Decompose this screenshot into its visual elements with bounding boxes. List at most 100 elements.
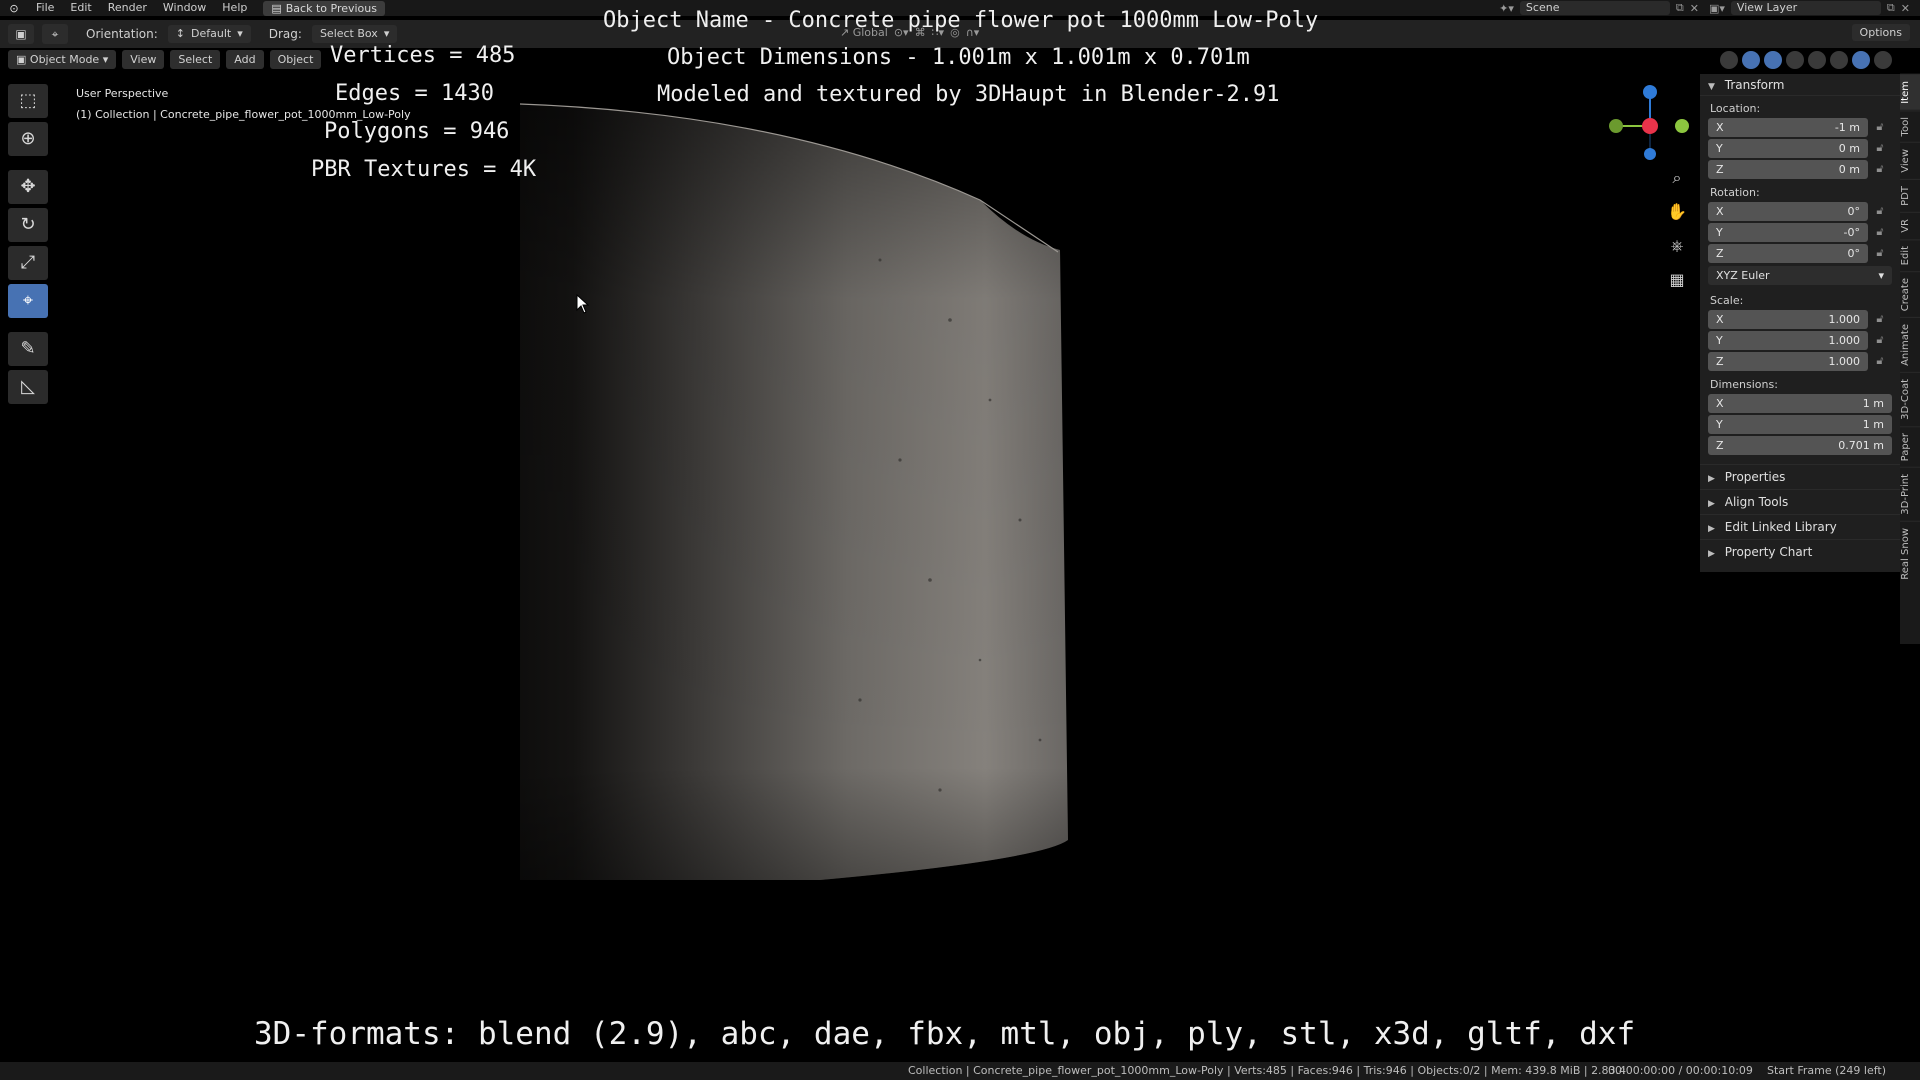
- orientation-dropdown[interactable]: ↕ Default ▾: [167, 25, 251, 43]
- solid-shading-icon[interactable]: [1830, 51, 1848, 69]
- location-y-field[interactable]: Y0 m: [1708, 138, 1868, 158]
- playback-time: 00:00:00:00 / 00:00:10:09: [1608, 1064, 1753, 1077]
- scene-selector[interactable]: ✦▾ Scene ⧉ ✕: [1499, 1, 1699, 15]
- properties-sidebar: ▼ Transform Location: X -1 m 🔓︎ Y0 m 🔓︎ Z…: [1700, 74, 1900, 572]
- orientation-icon: ↕: [175, 27, 186, 40]
- active-tool-icon[interactable]: ⌖: [42, 24, 68, 44]
- dimensions-y-field[interactable]: Y1 m: [1708, 414, 1892, 434]
- copy-view-layer-icon[interactable]: ⧉: [1887, 1, 1895, 15]
- property-chart-panel-header[interactable]: ▶ Property Chart: [1700, 539, 1900, 564]
- wireframe-shading-icon[interactable]: [1808, 51, 1826, 69]
- delete-view-layer-icon[interactable]: ✕: [1901, 2, 1910, 15]
- drag-dropdown[interactable]: Select Box ▾: [311, 25, 398, 43]
- scale-x-field[interactable]: X 1.000: [1708, 309, 1868, 329]
- lock-icon[interactable]: 🔓︎: [1868, 354, 1892, 368]
- scene-statistics: Collection | Concrete_pipe_flower_pot_10…: [908, 1064, 1627, 1077]
- tab-3d-print[interactable]: 3D-Print: [1900, 467, 1920, 521]
- rotation-z-field[interactable]: Z 0°: [1708, 243, 1868, 263]
- visibility-icon[interactable]: [1720, 51, 1738, 69]
- view-layer-selector[interactable]: ▣▾ View Layer ⧉ ✕: [1709, 1, 1910, 15]
- select-menu[interactable]: Select: [170, 50, 221, 69]
- zoom-icon[interactable]: ⌕: [1664, 166, 1690, 190]
- copy-scene-icon[interactable]: ⧉: [1676, 1, 1684, 15]
- select-box-icon[interactable]: ⬚: [8, 84, 48, 118]
- transform-panel-header[interactable]: ▼ Transform: [1700, 74, 1900, 96]
- view-layer-name-field[interactable]: View Layer: [1730, 1, 1881, 15]
- gizmo-toggle-icon[interactable]: [1742, 51, 1760, 69]
- menu-file[interactable]: File: [28, 0, 62, 16]
- rotation-x-field[interactable]: X 0°: [1708, 201, 1868, 221]
- overlay-toggle-icon[interactable]: [1764, 51, 1782, 69]
- tab-edit[interactable]: Edit: [1900, 238, 1920, 271]
- rotate-icon[interactable]: ↻: [8, 208, 48, 242]
- camera-view-icon[interactable]: ⎈: [1664, 234, 1690, 258]
- chevron-down-icon: ▾: [102, 53, 109, 66]
- menu-edit[interactable]: Edit: [62, 0, 99, 16]
- tab-vr[interactable]: VR: [1900, 211, 1920, 239]
- object-mode-dropdown[interactable]: ▣ Object Mode ▾: [8, 50, 117, 69]
- lock-icon[interactable]: 🔓︎: [1868, 246, 1892, 260]
- add-menu[interactable]: Add: [226, 50, 264, 69]
- location-x-field[interactable]: X -1 m: [1708, 117, 1868, 137]
- material-shading-icon[interactable]: [1852, 51, 1870, 69]
- tab-real-snow[interactable]: Real Snow: [1900, 520, 1920, 586]
- tab-view[interactable]: View: [1900, 142, 1920, 179]
- scale-z-field[interactable]: Z 1.000: [1708, 351, 1868, 371]
- tab-tool[interactable]: Tool: [1900, 109, 1920, 143]
- menu-help[interactable]: Help: [214, 0, 255, 16]
- concrete-pipe-pot-model[interactable]: [520, 100, 1080, 880]
- panel-collapsed-icon: ▶: [1708, 524, 1715, 534]
- xray-icon[interactable]: [1786, 51, 1804, 69]
- cursor-icon[interactable]: ⊕: [8, 122, 48, 156]
- location-z-field[interactable]: Z0 m: [1708, 159, 1868, 179]
- back-to-previous-label: Back to Previous: [285, 1, 377, 15]
- editor-type-icon[interactable]: ▣: [8, 24, 34, 44]
- edit-linked-library-panel-header[interactable]: ▶ Edit Linked Library: [1700, 514, 1900, 539]
- object-menu[interactable]: Object: [269, 50, 322, 69]
- rotation-y-field[interactable]: Y -0°: [1708, 222, 1868, 242]
- back-to-previous-button[interactable]: ▤ Back to Previous: [263, 0, 385, 16]
- menu-window[interactable]: Window: [155, 0, 214, 16]
- tab-pdt[interactable]: PDT: [1900, 178, 1920, 212]
- lock-icon[interactable]: 🔓︎: [1868, 312, 1892, 326]
- rotation-mode-dropdown[interactable]: XYZ Euler ▾: [1708, 266, 1892, 285]
- lock-icon[interactable]: 🔓︎: [1868, 225, 1892, 239]
- tab-animate[interactable]: Animate: [1900, 317, 1920, 373]
- dimensions-x-field[interactable]: X1 m: [1708, 393, 1892, 413]
- pan-hand-icon[interactable]: ✋: [1664, 200, 1690, 224]
- menu-render[interactable]: Render: [100, 0, 155, 16]
- location-z-row: Z0 m 🔓︎: [1700, 159, 1900, 179]
- edges-count-label: Edges = 1430: [335, 81, 494, 106]
- blender-logo-icon[interactable]: ⊙: [0, 2, 28, 15]
- neg-y-axis-icon: [1609, 119, 1623, 133]
- measure-icon[interactable]: ◺: [8, 370, 48, 404]
- viewport-shading-controls: [1720, 51, 1892, 69]
- scale-icon[interactable]: ⤢: [8, 246, 48, 280]
- tab-item[interactable]: Item: [1900, 74, 1920, 110]
- options-dropdown[interactable]: Options: [1851, 24, 1910, 41]
- lock-icon[interactable]: 🔓︎: [1868, 333, 1892, 347]
- properties-panel-header[interactable]: ▶ Properties: [1700, 464, 1900, 489]
- perspective-toggle-icon[interactable]: ▦: [1664, 268, 1690, 292]
- navigation-gizmo[interactable]: [1600, 84, 1690, 174]
- scene-name-field[interactable]: Scene: [1519, 1, 1670, 15]
- lock-icon[interactable]: 🔓︎: [1868, 141, 1892, 155]
- panel-expanded-icon: ▼: [1708, 82, 1715, 92]
- dimensions-z-field[interactable]: Z 0.701 m: [1708, 435, 1892, 455]
- delete-scene-icon[interactable]: ✕: [1690, 2, 1699, 15]
- move-icon[interactable]: ✥: [8, 170, 48, 204]
- lock-icon[interactable]: 🔓︎: [1868, 120, 1892, 134]
- lock-icon[interactable]: 🔓︎: [1868, 204, 1892, 218]
- transform-icon[interactable]: ⌖: [8, 284, 48, 318]
- transform-panel-title: Transform: [1724, 78, 1785, 92]
- align-tools-panel-header[interactable]: ▶ Align Tools: [1700, 489, 1900, 514]
- annotate-icon[interactable]: ✎: [8, 332, 48, 366]
- lock-icon[interactable]: 🔓︎: [1868, 162, 1892, 176]
- rendered-shading-icon[interactable]: [1874, 51, 1892, 69]
- tab-3d-coat[interactable]: 3D-Coat: [1900, 372, 1920, 426]
- view-layer-icon: ▣▾: [1709, 1, 1725, 15]
- scale-y-field[interactable]: Y 1.000: [1708, 330, 1868, 350]
- view-menu[interactable]: View: [122, 50, 165, 69]
- tab-paper[interactable]: Paper: [1900, 425, 1920, 468]
- tab-create[interactable]: Create: [1900, 270, 1920, 318]
